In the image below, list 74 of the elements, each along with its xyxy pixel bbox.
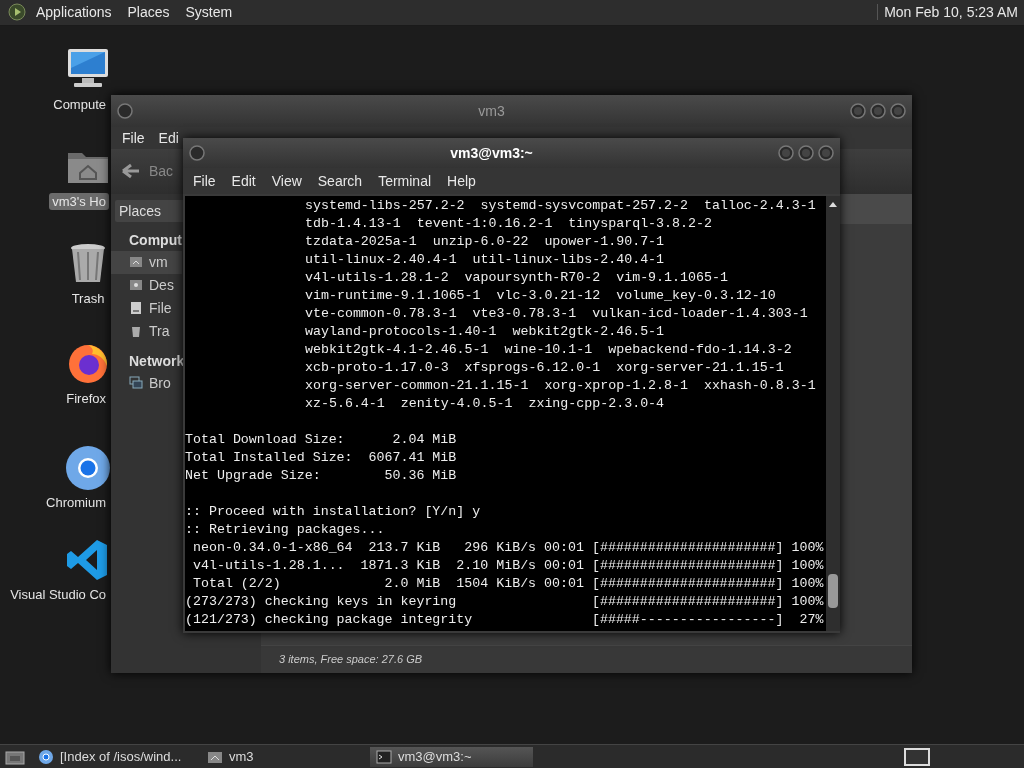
- app-menu-icon: [8, 3, 26, 22]
- desktop-icon-label[interactable]: Compute: [50, 95, 109, 113]
- terminal-line: vim-runtime-9.1.1065-1 vlc-3.0.21-12 volume_key-0.3.12-10: [305, 287, 776, 303]
- terminal-line: (273/273) checking keys in keyring [######################] 100%: [185, 593, 824, 609]
- terminal-line: systemd-libs-257.2-2 systemd-sysvcompat-257.2-2 talloc-2.4.3-1: [305, 197, 816, 213]
- sidebar-header: Network: [128, 351, 186, 371]
- menu-item[interactable]: File: [187, 172, 225, 189]
- clock[interactable]: Mon Feb 10, 5:23 AM: [884, 4, 1018, 21]
- window-control-icon: [818, 144, 834, 161]
- location-bar: [840, 193, 912, 224]
- window-title: vm3@vm3:~: [449, 144, 534, 161]
- window-menu-icon: [189, 144, 205, 161]
- taskbar-item[interactable]: vm3: [201, 746, 364, 767]
- terminal-icon: [376, 748, 392, 765]
- panel-menu[interactable]: Places: [119, 4, 178, 21]
- window-title: vm3: [477, 102, 506, 119]
- terminal-line: v4l-utils-1.28.1... 1871.3 KiB 2.10 MiB/s 00:01 [######################] 100%: [191, 557, 824, 573]
- menu-item[interactable]: View: [265, 172, 311, 189]
- sidebar-item[interactable]: File: [111, 296, 182, 320]
- desktop-icon-label[interactable]: vm3's Ho: [49, 192, 109, 210]
- terminal-line: util-linux-2.40.4-1 util-linux-libs-2.40.4-1: [305, 251, 665, 267]
- window-control-icon: [798, 144, 814, 161]
- window-control-icon: [890, 102, 906, 119]
- terminal-line: tdb-1.4.13-1 tevent-1:0.16.2-1 tinysparql-3.8.2-2: [305, 215, 712, 231]
- terminal-line: xz-5.6.4-1 zenity-4.0.5-1 zxing-cpp-2.3.0-4: [305, 395, 665, 411]
- terminal-line: v4l-utils-1.28.1-2 vapoursynth-R70-2 vim-9.1.1065-1: [305, 269, 728, 285]
- window-menu-icon: [117, 102, 133, 119]
- desktop-icon-label[interactable]: Trash: [68, 289, 108, 307]
- terminal-line: :: Retrieving packages...: [185, 521, 385, 537]
- taskbar-item[interactable]: vm3@vm3:~: [370, 746, 533, 767]
- menu-item[interactable]: Terminal: [372, 172, 441, 189]
- panel-menu[interactable]: Applications: [28, 4, 120, 21]
- taskbar-item[interactable]: [Index of /isos/wind...: [32, 746, 195, 767]
- terminal-line: Total Installed Size: 6067.41 MiB: [185, 449, 457, 465]
- trash-icon: [129, 324, 143, 339]
- menu-item[interactable]: Help: [441, 172, 485, 189]
- sidebar-header: Comput: [128, 230, 183, 250]
- menu-item[interactable]: Search: [311, 172, 372, 189]
- drive-icon: [129, 301, 143, 316]
- terminal-line: neon-0.34.0-1-x86_64 213.7 KiB 296 KiB/s 00:01 [######################] 100%: [191, 539, 824, 555]
- sidebar-item[interactable]: Des: [111, 273, 182, 297]
- window-control-icon: [850, 102, 866, 119]
- terminal-line: webkit2gtk-4.1-2.46.5-1 wine-10.1-1 wpebackend-fdo-1.14.3-2: [305, 341, 792, 357]
- folder-icon: [129, 278, 143, 293]
- terminal-line: vte-common-0.78.3-1 vte3-0.78.3-1 vulkan-icd-loader-1.4.303-1: [305, 305, 808, 321]
- scrollbar[interactable]: [826, 195, 840, 631]
- chromium-icon: [64, 443, 112, 490]
- menu-item[interactable]: Edi: [151, 129, 186, 146]
- terminal-line: tzdata-2025a-1 unzip-6.0-22 upower-1.90.7-1: [305, 233, 665, 249]
- scrollbar-thumb[interactable]: [828, 573, 838, 608]
- terminal-line: Total (2/2) 2.0 MiB 1504 KiB/s 00:01 [######################] 100%: [191, 575, 824, 591]
- menu-item[interactable]: File: [115, 129, 152, 146]
- sidebar-item[interactable]: Tra: [111, 319, 182, 343]
- network-icon: [129, 376, 143, 391]
- terminal-line: :: Proceed with installation? [Y/n] y: [185, 503, 481, 519]
- back-arrow-icon: [121, 163, 141, 180]
- terminal-line: (121/273) checking package integrity [#####-----------------] 27%: [185, 611, 824, 627]
- panel-menu[interactable]: System: [177, 4, 241, 21]
- sidebar-item[interactable]: vm: [111, 250, 182, 274]
- terminal-line: wayland-protocols-1.40-1 webkit2gtk-2.46.5-1: [305, 323, 665, 339]
- window-control-icon: [870, 102, 886, 119]
- window-control-icon: [778, 144, 794, 161]
- status-text: 3 items, Free space: 27.6 GB: [279, 653, 423, 666]
- menu-item[interactable]: Edit: [225, 172, 265, 189]
- terminal-line: xorg-server-common-21.1.15-1 xorg-xprop-1.2.8-1 xxhash-0.8.3-1: [305, 377, 816, 393]
- terminal-line: Net Upgrade Size: 50.36 MiB: [185, 467, 457, 483]
- terminal-line: Total Download Size: 2.04 MiB: [185, 431, 457, 447]
- terminal-line: xcb-proto-1.17.0-3 xfsprogs-6.12.0-1 xorg-server-21.1.15-1: [305, 359, 784, 375]
- desktop-icon-label[interactable]: Visual Studio Co: [7, 585, 109, 603]
- desktop-icon-label[interactable]: Chromium: [43, 493, 109, 511]
- browser-icon: [38, 748, 54, 765]
- home-folder-icon: [129, 255, 143, 270]
- desktop-icon-label[interactable]: Firefox: [63, 389, 109, 407]
- sidebar-item[interactable]: Bro: [111, 371, 182, 395]
